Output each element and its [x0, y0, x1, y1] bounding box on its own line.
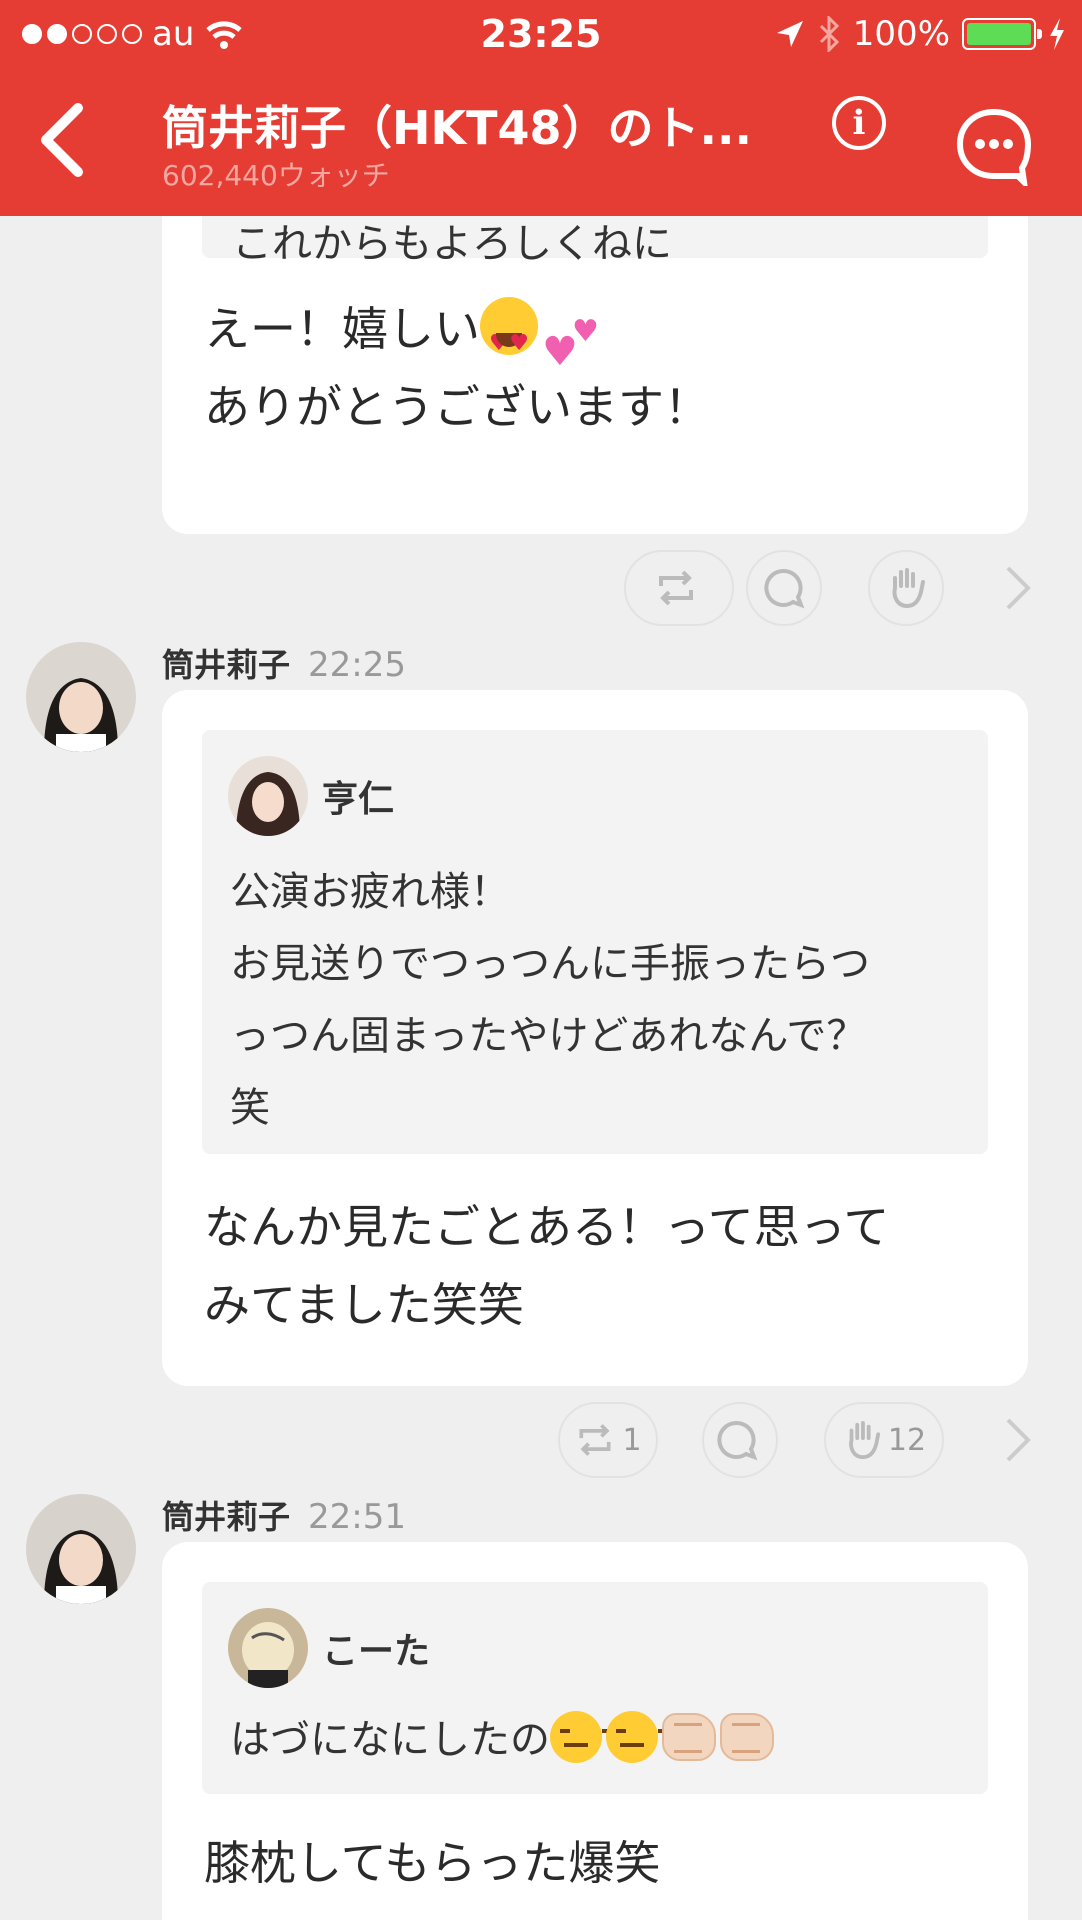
clap-count: 12 — [887, 1422, 927, 1458]
quoted-text: これからもよろしくねに — [232, 221, 672, 267]
reply-text: えー！嬉しい ♥♥ ありがとうございます！ — [204, 290, 710, 446]
fist-bump-emoji-icon — [662, 1713, 716, 1761]
repost-button[interactable] — [624, 550, 734, 626]
quoted-line: 笑 — [230, 1085, 270, 1131]
quoted-line: っつん固まったやけどあれなんで？ — [230, 1013, 867, 1059]
repost-icon — [579, 1424, 611, 1456]
bluetooth-icon — [819, 16, 839, 52]
quoted-message: こーた はづになにしたの — [202, 1582, 988, 1794]
message-bubble: こーた はづになにしたの 膝枕してもらった爆笑 — [162, 1542, 1028, 1920]
fist-bump-emoji-icon — [720, 1713, 774, 1761]
reply-text: 膝枕してもらった爆笑 — [204, 1836, 661, 1890]
page-title: 筒井莉子（HKT48）のト... — [162, 101, 752, 155]
back-button[interactable] — [34, 100, 94, 180]
quoted-text: 公演お疲れ様！ お見送りでつっつんに手振ったらつ っつん固まったやけどあれなんで… — [230, 856, 870, 1144]
reply-text: なんか見たごとある！って思って みてました笑笑 — [204, 1188, 889, 1344]
message-bubble: これからもよろしくねに えー！嬉しい ♥♥ ありがとうございます！ — [162, 216, 1028, 534]
quoted-avatar — [228, 756, 308, 836]
author-name[interactable]: 筒井莉子 — [162, 640, 290, 686]
post-meta: 筒井莉子 22:25 — [162, 640, 406, 686]
chevron-left-icon — [41, 103, 83, 177]
clap-hand-icon — [849, 1420, 881, 1460]
clap-button[interactable]: 12 — [824, 1402, 944, 1478]
reply-button[interactable] — [746, 550, 822, 626]
reply-line: なんか見たごとある！って思って — [204, 1200, 890, 1254]
quoted-avatar — [228, 1608, 308, 1688]
chevron-right-icon[interactable] — [998, 558, 1038, 618]
expressionless-face-emoji-icon — [606, 1711, 668, 1763]
battery-icon — [962, 18, 1042, 50]
reply-line: えー！嬉しい — [204, 302, 480, 356]
chat-bubble-icon[interactable] — [954, 106, 1034, 191]
nav-bar: 筒井莉子（HKT48）のト... 602,440ウォッチ i — [0, 70, 1082, 216]
message-bubble: 亨仁 公演お疲れ様！ お見送りでつっつんに手振ったらつ っつん固まったやけどあれ… — [162, 690, 1028, 1386]
battery-percent: 100% — [852, 14, 950, 54]
quoted-message: 亨仁 公演お疲れ様！ お見送りでつっつんに手振ったらつ っつん固まったやけどあれ… — [202, 730, 988, 1154]
post-meta: 筒井莉子 22:51 — [162, 1492, 406, 1538]
clap-hand-icon — [892, 568, 925, 609]
author-name[interactable]: 筒井莉子 — [162, 1492, 290, 1538]
reply-bubble-icon — [717, 1420, 758, 1461]
expressionless-face-emoji-icon — [550, 1711, 612, 1763]
quoted-message: これからもよろしくねに — [202, 216, 988, 267]
heart-eyes-emoji-icon — [480, 297, 538, 383]
reply-line: みてました笑笑 — [204, 1278, 524, 1332]
quoted-line: 公演お疲れ様！ — [230, 869, 510, 915]
repost-count: 1 — [622, 1422, 642, 1458]
two-hearts-emoji-icon: ♥ ♥ — [542, 314, 599, 375]
watch-count: 602,440ウォッチ — [162, 159, 390, 192]
message-feed[interactable]: これからもよろしくねに えー！嬉しい ♥♥ ありがとうございます！ 筒井莉子 22… — [0, 216, 1082, 1920]
quoted-author: 亨仁 — [228, 756, 394, 836]
quoted-author: こーた — [228, 1608, 430, 1688]
post-time: 22:51 — [308, 1497, 406, 1537]
avatar[interactable] — [26, 642, 136, 752]
clap-button[interactable] — [868, 550, 944, 626]
info-icon[interactable]: i — [832, 96, 886, 150]
quoted-line: はづになにしたの — [230, 1717, 550, 1763]
status-right: 100% — [775, 14, 1066, 54]
quoted-text: はづになにしたの — [230, 1704, 778, 1776]
post-time: 22:25 — [308, 645, 406, 685]
status-bar: au 23:25 100% — [0, 0, 1082, 70]
location-arrow-icon — [776, 21, 803, 47]
charging-bolt-icon — [1050, 18, 1064, 50]
quoted-author-name: 亨仁 — [322, 779, 395, 820]
repost-button[interactable]: 1 — [558, 1402, 658, 1478]
chevron-right-icon[interactable] — [998, 1410, 1038, 1470]
reply-button[interactable] — [702, 1402, 778, 1478]
repost-icon — [659, 570, 693, 606]
reply-bubble-icon — [764, 568, 805, 609]
quoted-author-name: こーた — [322, 1631, 431, 1672]
quoted-line: お見送りでつっつんに手振ったらつ — [230, 941, 870, 987]
avatar[interactable] — [26, 1494, 136, 1604]
reply-line: ありがとうございます！ — [204, 380, 710, 434]
